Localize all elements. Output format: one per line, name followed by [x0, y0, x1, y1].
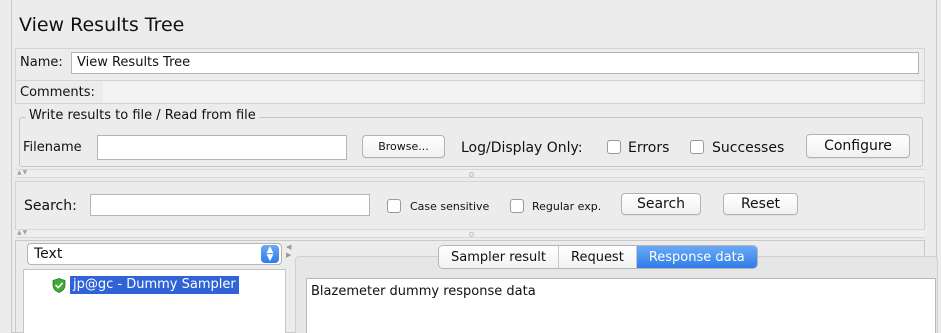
response-data-text: Blazemeter dummy response data	[311, 284, 536, 299]
view-results-tree-window: View Results Tree Name: View Results Tre…	[0, 0, 941, 333]
page-title: View Results Tree	[19, 14, 185, 36]
file-section-legend: Write results to file / Read from file	[26, 108, 259, 123]
search-button[interactable]: Search	[621, 193, 701, 215]
tab-response-data[interactable]: Response data	[636, 246, 757, 268]
split-pane-arrows-icon[interactable]: ◀ ▶	[286, 243, 291, 259]
successes-checkbox[interactable]	[690, 140, 704, 154]
tree-item[interactable]: jp@gc - Dummy Sampler	[70, 276, 239, 294]
errors-label: Errors	[628, 140, 670, 156]
name-input[interactable]: View Results Tree	[71, 52, 919, 74]
search-label: Search:	[24, 198, 77, 214]
successes-label: Successes	[712, 140, 785, 156]
log-display-only-label: Log/Display Only:	[461, 140, 583, 156]
renderer-select[interactable]	[27, 243, 282, 265]
search-input[interactable]	[90, 194, 370, 216]
collapse-arrows-icon[interactable]: ▲▼	[17, 230, 28, 236]
regular-exp-checkbox[interactable]	[510, 199, 524, 213]
name-label: Name:	[20, 55, 63, 70]
browse-button[interactable]: Browse...	[362, 135, 445, 158]
errors-checkbox[interactable]	[607, 140, 621, 154]
filename-label: Filename	[23, 140, 82, 155]
configure-button[interactable]: Configure	[806, 134, 910, 158]
chevron-updown-icon[interactable]: ▲ ▼	[261, 245, 279, 263]
success-shield-icon	[52, 278, 66, 293]
divider-grip-icon	[469, 172, 474, 177]
collapse-arrows-icon[interactable]: ▲▼	[17, 170, 28, 176]
divider-grip-icon	[469, 232, 474, 237]
regular-exp-label: Regular exp.	[532, 200, 602, 213]
case-sensitive-label: Case sensitive	[410, 200, 490, 213]
tab-sampler-result[interactable]: Sampler result	[439, 246, 559, 268]
case-sensitive-checkbox[interactable]	[387, 199, 401, 213]
filename-input[interactable]	[97, 135, 347, 160]
tab-request[interactable]: Request	[559, 246, 637, 268]
result-tab-strip: Sampler result Request Response data	[438, 245, 758, 269]
comments-input[interactable]	[103, 82, 921, 102]
comments-label: Comments:	[20, 85, 95, 100]
renderer-select-value: Text	[34, 246, 63, 262]
reset-button[interactable]: Reset	[723, 193, 798, 215]
